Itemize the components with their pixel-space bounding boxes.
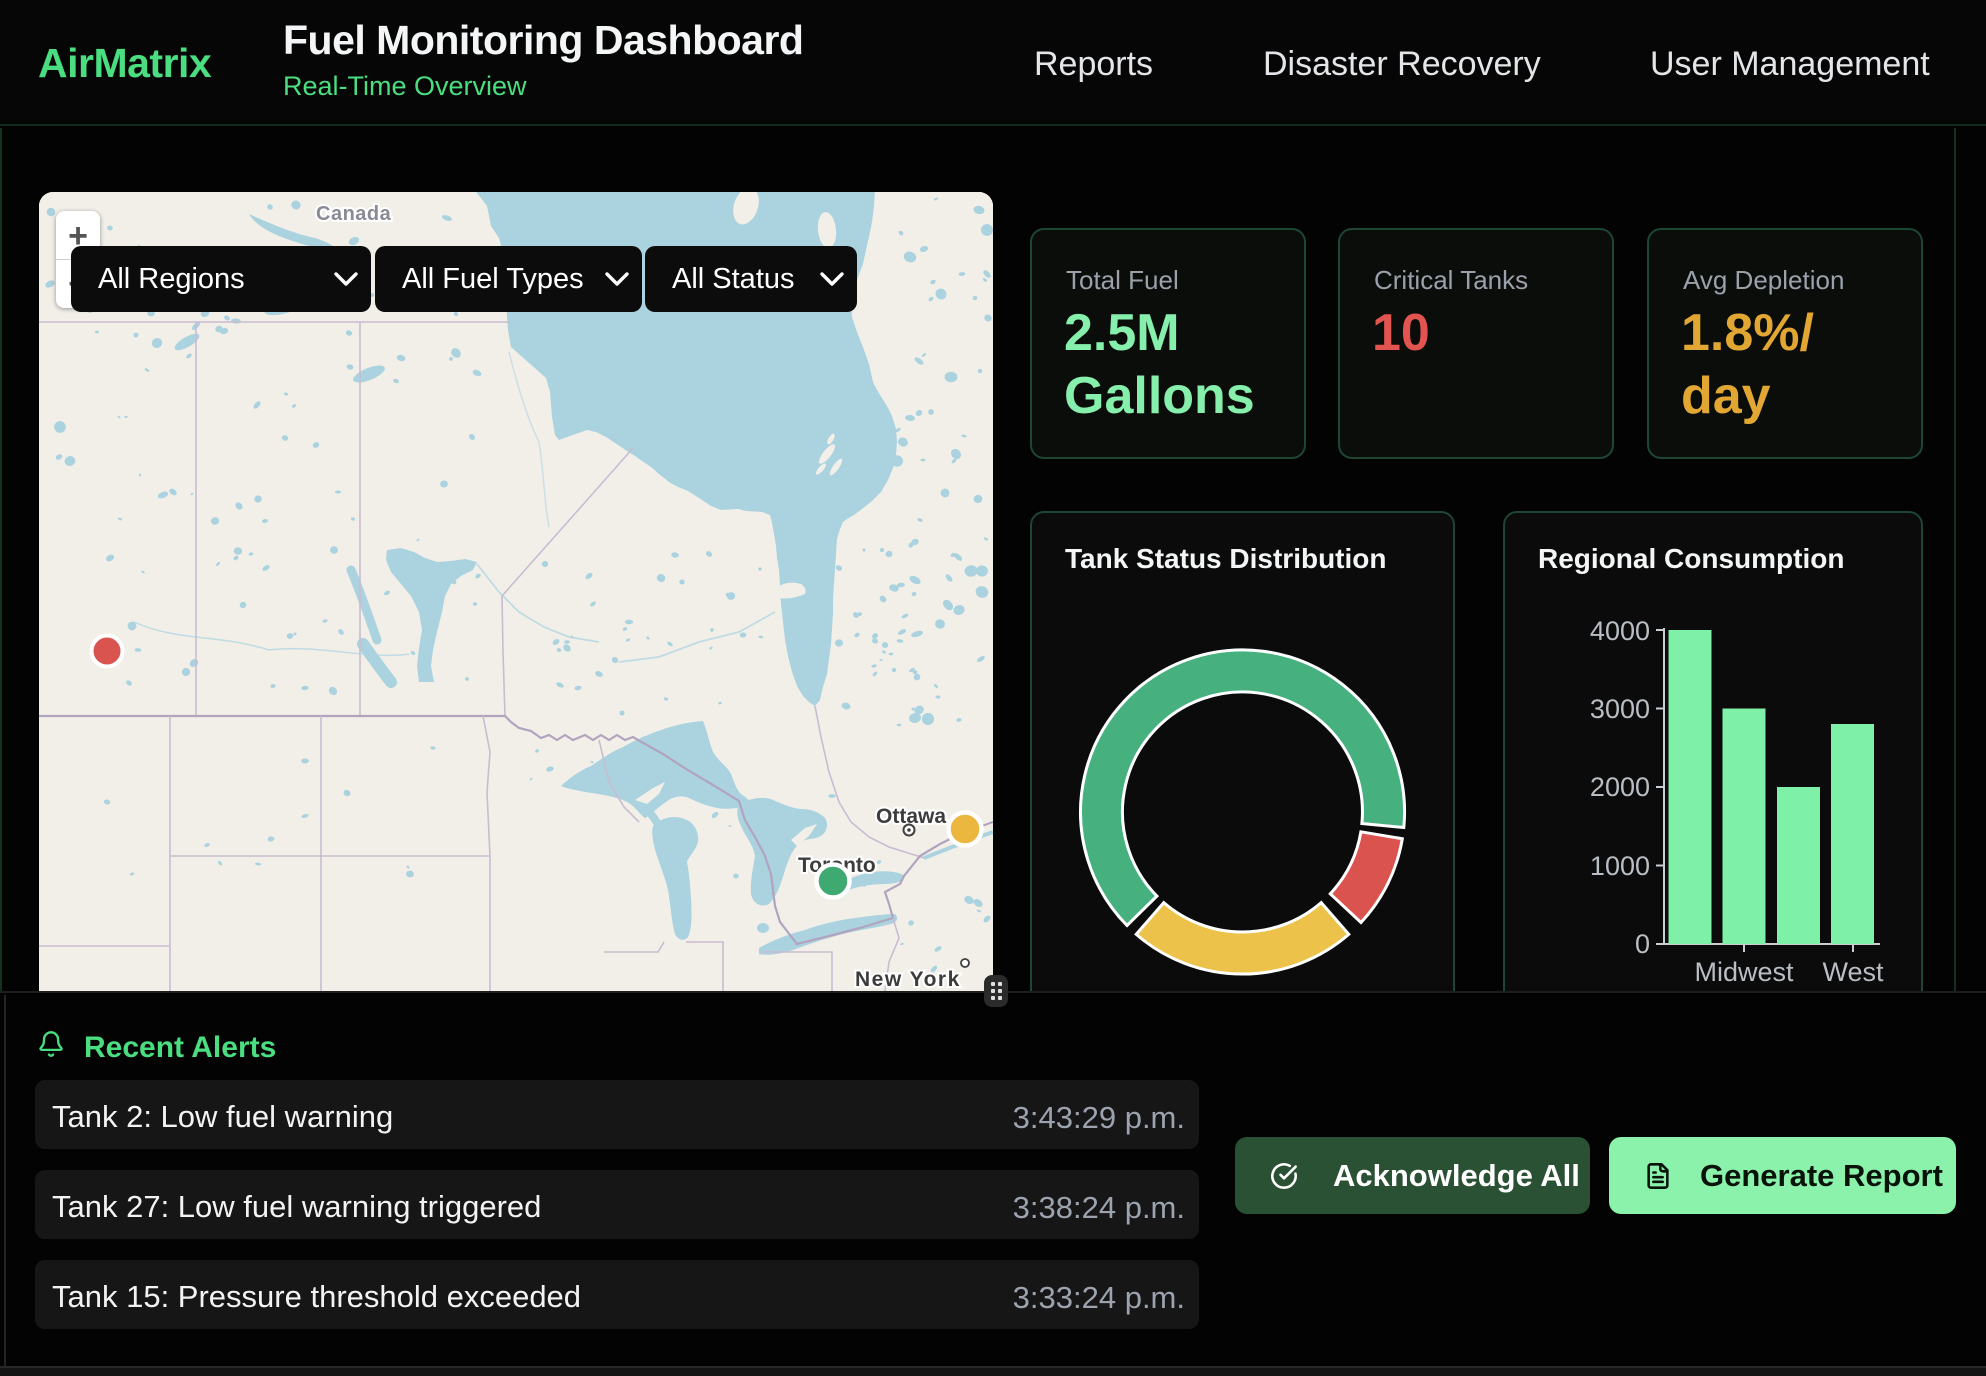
svg-text:New York: New York [855,968,961,991]
svg-text:Canada: Canada [316,203,392,225]
